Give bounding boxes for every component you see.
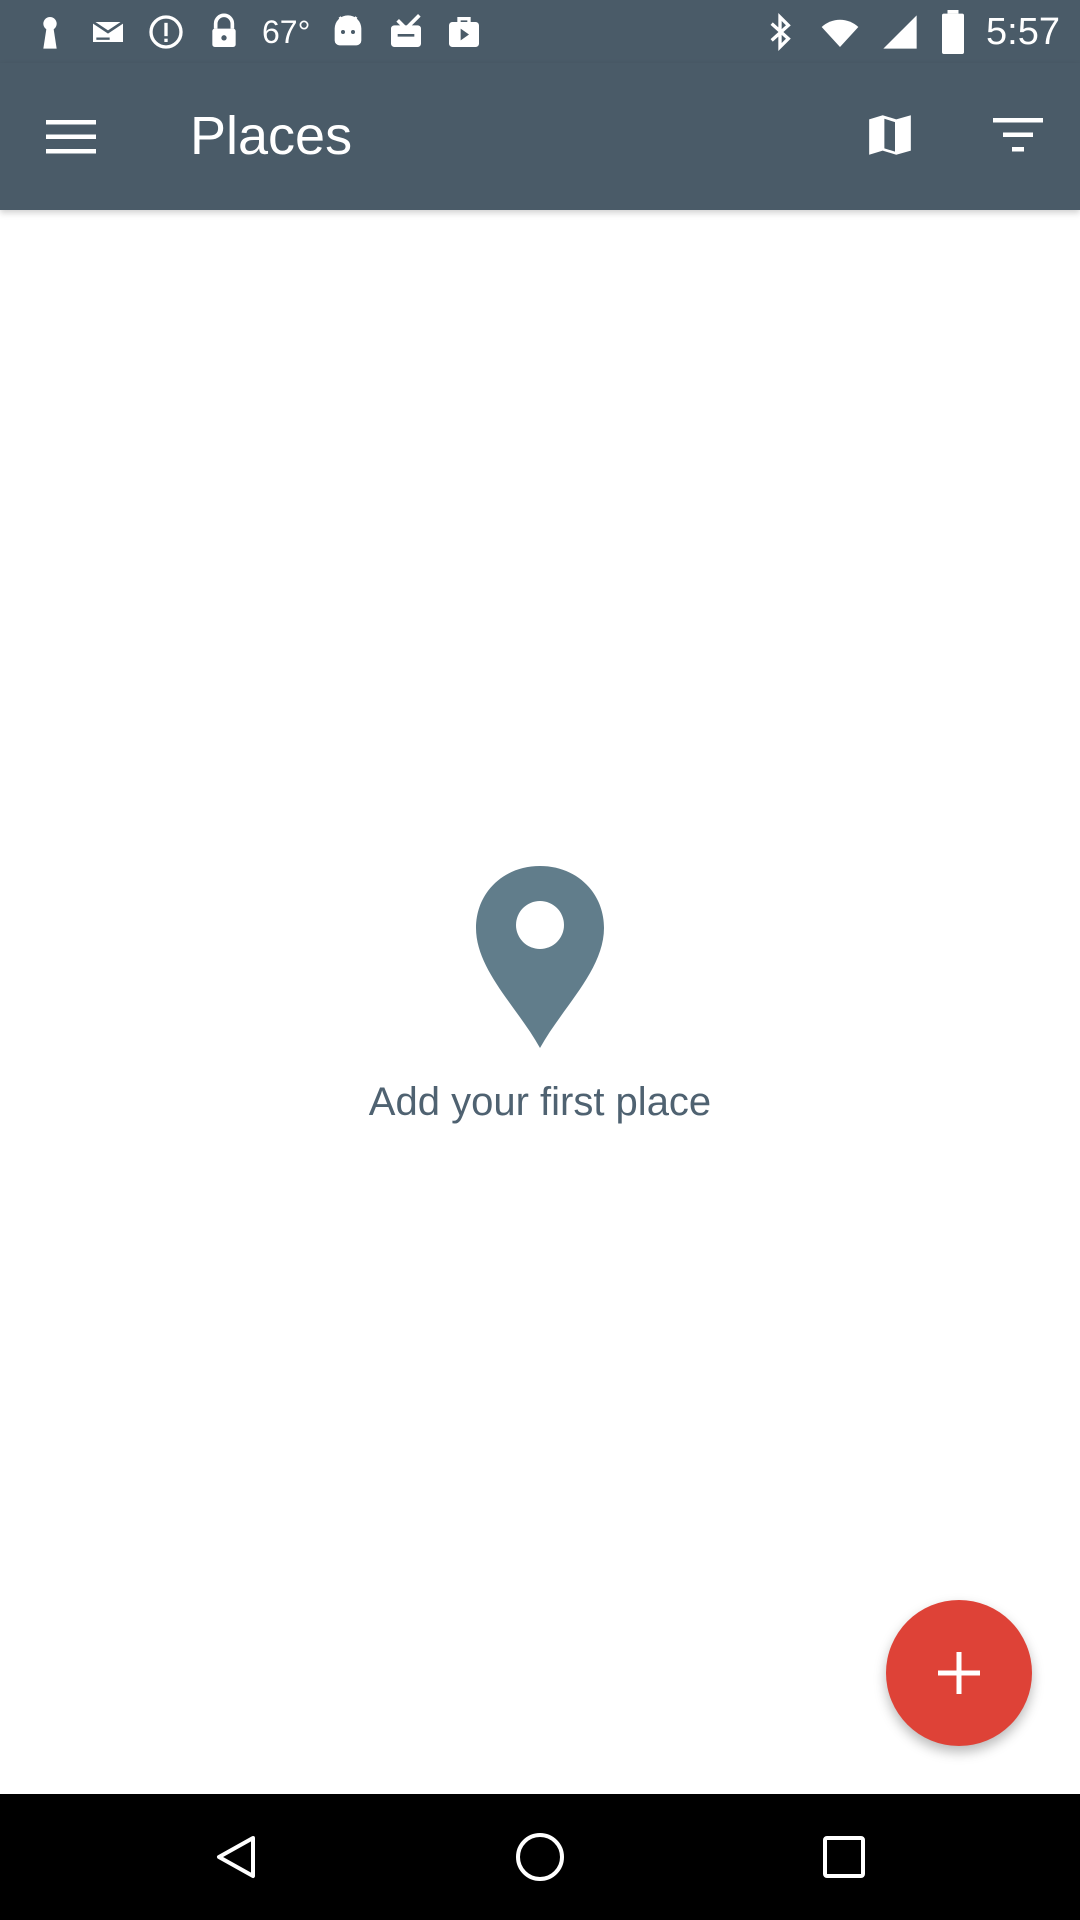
filter-button[interactable] [986, 103, 1050, 167]
keyhole-icon [43, 17, 57, 49]
recents-button[interactable] [814, 1827, 874, 1887]
back-triangle-icon [217, 1836, 255, 1878]
status-right-icons: 5:57 [760, 8, 1060, 56]
home-button[interactable] [510, 1827, 570, 1887]
map-icon [869, 115, 911, 155]
battery-icon [942, 10, 965, 54]
back-button[interactable] [206, 1827, 266, 1887]
empty-state: Add your first place [0, 860, 1080, 1125]
map-view-button[interactable] [860, 103, 920, 167]
location-pin-icon [476, 866, 604, 1048]
filter-icon [993, 118, 1043, 152]
signal-icon [883, 15, 917, 49]
android-icon [335, 15, 362, 46]
status-left-icons: 67° [30, 10, 484, 54]
navigation-bar [0, 1794, 1080, 1920]
mail-icon [92, 20, 124, 42]
home-circle-icon [516, 1833, 564, 1881]
alert-icon [149, 15, 183, 49]
temperature-text: 67° [262, 13, 311, 50]
menu-button[interactable] [36, 107, 108, 167]
recents-square-icon [823, 1836, 865, 1878]
play-bag-icon [449, 17, 480, 47]
add-place-button[interactable] [886, 1600, 1032, 1746]
app-bar: Places [0, 63, 1080, 210]
page-title: Places [190, 106, 353, 166]
screen: 67° 5:57 Places Add your first place [0, 0, 1080, 1920]
status-bar: 67° 5:57 [0, 0, 1080, 63]
clock-text: 5:57 [986, 10, 1060, 53]
bluetooth-icon [770, 12, 791, 52]
lock-icon [212, 13, 236, 47]
menu-icon [46, 120, 96, 154]
empty-state-message: Add your first place [368, 1080, 712, 1124]
plus-icon [938, 1652, 980, 1694]
wifi-icon [821, 19, 859, 47]
clipboard-check-icon [391, 14, 422, 47]
